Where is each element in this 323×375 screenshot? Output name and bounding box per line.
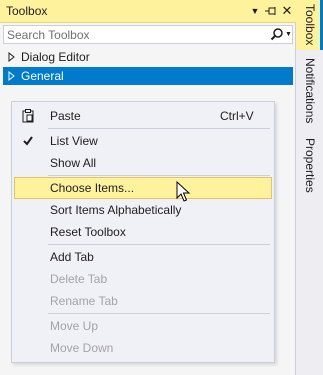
search-input[interactable] [7, 27, 257, 42]
close-icon[interactable]: ✕ [279, 3, 295, 19]
toolbox-titlebar[interactable]: Toolbox ▼ ✕ [0, 0, 296, 23]
menu-item-move-up: Move Up [14, 315, 272, 337]
menu-item-rename-tab: Rename Tab [14, 290, 272, 312]
pin-icon[interactable] [263, 3, 279, 19]
menu-item-label: Choose Items... [50, 181, 135, 195]
menu-separator [48, 128, 270, 129]
side-tab-label: Properties [303, 138, 317, 193]
tree-item-label: General [21, 69, 64, 83]
menu-item-label: List View [50, 134, 98, 148]
menu-item-choose-items[interactable]: Choose Items... [14, 177, 272, 199]
menu-separator [48, 313, 270, 314]
menu-item-move-down: Move Down [14, 337, 272, 359]
paste-icon [20, 108, 36, 124]
side-tab-notifications[interactable]: Notifications [296, 54, 323, 132]
expand-arrow-icon[interactable] [7, 70, 17, 82]
menu-item-label: Reset Toolbox [50, 225, 126, 239]
menu-separator [48, 175, 270, 176]
side-tab-strip: Toolbox Notifications Properties [296, 0, 323, 375]
side-tab-label: Toolbox [303, 4, 317, 46]
menu-separator [48, 244, 270, 245]
menu-item-label: Sort Items Alphabetically [50, 203, 182, 217]
menu-item-reset-toolbox[interactable]: Reset Toolbox [14, 221, 272, 243]
menu-item-add-tab[interactable]: Add Tab [14, 246, 272, 268]
mouse-pointer-icon [176, 180, 192, 203]
toolbox-window: Toolbox ▼ ✕ ▼ Dialog Editor [0, 0, 296, 375]
menu-item-show-all[interactable]: Show All [14, 152, 272, 174]
context-menu: Paste Ctrl+V List View Show All Choose I… [11, 101, 275, 363]
menu-item-label: Add Tab [50, 250, 94, 264]
tree-item-label: Dialog Editor [21, 50, 90, 64]
menu-item-label: Show All [50, 156, 97, 170]
chevron-down-icon[interactable]: ▼ [247, 3, 263, 19]
menu-item-label: Paste [50, 109, 81, 123]
menu-item-paste[interactable]: Paste Ctrl+V [14, 105, 272, 127]
side-tab-toolbox[interactable]: Toolbox [296, 0, 323, 50]
menu-item-delete-tab: Delete Tab [14, 268, 272, 290]
side-tab-label: Notifications [303, 58, 317, 124]
menu-item-label: Move Up [50, 319, 99, 333]
menu-shortcut: Ctrl+V [220, 109, 254, 123]
tree-item-general[interactable]: General [3, 67, 293, 85]
expand-arrow-icon[interactable] [7, 51, 17, 63]
menu-item-label: Move Down [50, 341, 114, 355]
search-options-chevron-icon[interactable]: ▼ [285, 27, 293, 42]
menu-item-list-view[interactable]: List View [14, 130, 272, 152]
checkmark-icon [20, 133, 36, 149]
search-box[interactable]: ▼ [3, 25, 293, 44]
search-icon[interactable] [270, 27, 284, 42]
toolbox-title: Toolbox [6, 4, 48, 18]
side-tab-properties[interactable]: Properties [296, 134, 323, 196]
menu-item-sort-alphabetically[interactable]: Sort Items Alphabetically [14, 199, 272, 221]
tree-item-dialog-editor[interactable]: Dialog Editor [3, 48, 293, 66]
menu-item-label: Rename Tab [50, 294, 118, 308]
menu-item-label: Delete Tab [50, 272, 108, 286]
